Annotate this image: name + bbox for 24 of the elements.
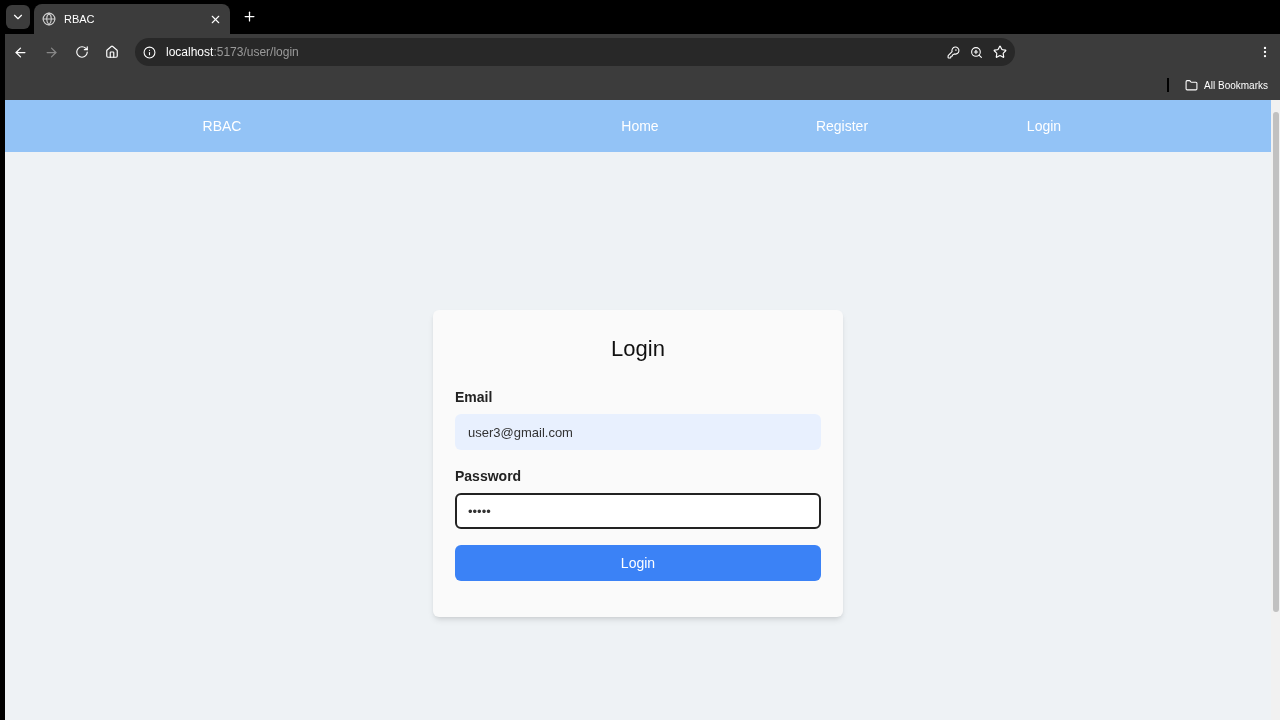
url-text: localhost:5173/user/login <box>166 44 300 61</box>
forward-icon[interactable] <box>44 44 59 60</box>
back-icon[interactable] <box>13 44 28 60</box>
tab-title: RBAC <box>64 11 96 27</box>
reload-icon[interactable] <box>75 45 89 59</box>
info-icon <box>143 45 156 59</box>
login-button[interactable]: Login <box>455 545 821 581</box>
form-title: Login <box>610 335 666 363</box>
bookmarks-label[interactable]: All Bookmarks <box>1204 77 1268 93</box>
tab-list-button[interactable] <box>6 5 30 29</box>
field-label: Password <box>455 467 523 486</box>
star-icon[interactable] <box>993 45 1007 59</box>
home-icon[interactable] <box>105 45 119 59</box>
zoom-icon[interactable] <box>970 45 983 59</box>
key-icon[interactable] <box>947 45 960 59</box>
scrollbar[interactable] <box>1271 100 1280 720</box>
password-field[interactable]: ••••• <box>455 493 821 529</box>
email-field[interactable]: user3@gmail.com <box>455 414 821 450</box>
folder-icon <box>1185 78 1199 92</box>
field-label: Email <box>455 388 494 407</box>
address-bar[interactable]: localhost:5173/user/login <box>135 38 1015 66</box>
browser-tab[interactable]: RBAC <box>34 4 230 34</box>
globe-icon <box>42 12 56 26</box>
new-tab-icon[interactable] <box>242 9 257 24</box>
